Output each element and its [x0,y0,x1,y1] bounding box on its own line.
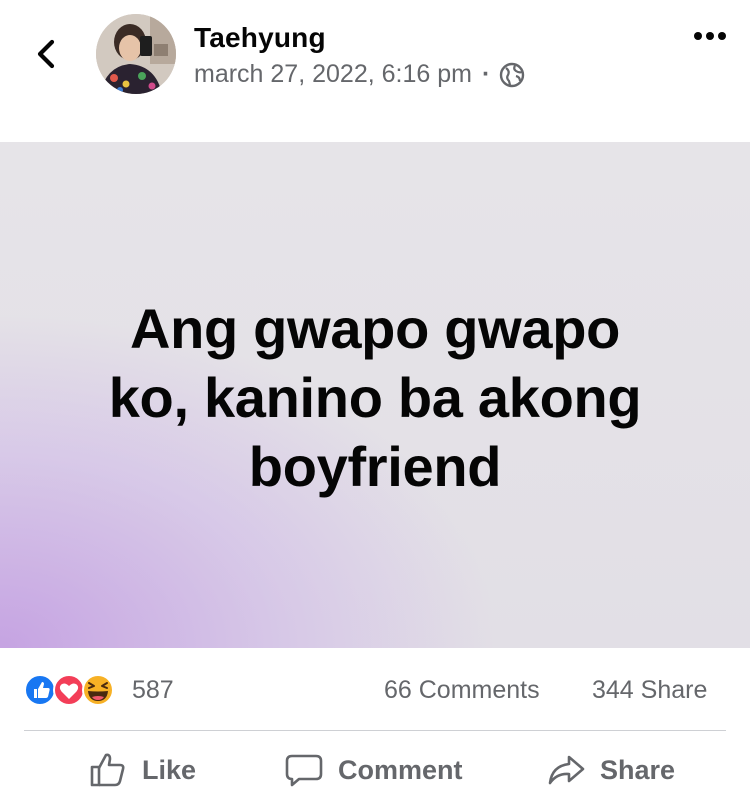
back-button[interactable] [30,34,64,74]
globe-icon [499,62,525,88]
meta-separator: · [481,60,491,88]
post-background-card: Ang gwapo gwapo ko, kanino ba akong boyf… [0,142,750,648]
share-button[interactable]: Share [546,740,675,800]
post-header: Taehyung march 27, 2022, 6:16 pm · [0,0,750,140]
comments-count[interactable]: 66 Comments [384,676,540,705]
like-button[interactable]: Like [88,740,196,800]
post-timestamp[interactable]: march 27, 2022, 6:16 pm [194,60,472,89]
avatar[interactable] [96,14,176,94]
haha-reaction-icon [82,674,114,706]
like-button-label: Like [142,754,197,785]
post-meta: march 27, 2022, 6:16 pm · [194,60,525,89]
chevron-left-icon [37,39,55,69]
share-arrow-icon [548,755,585,785]
shares-count[interactable]: 344 Share [592,676,707,705]
post-text-line: ko, kanino ba akong [108,365,642,429]
reaction-count[interactable]: 587 [132,676,174,705]
post-stats: 587 66 Comments 344 Share [0,668,750,712]
like-reaction-icon [24,674,56,706]
love-reaction-icon [53,674,85,706]
comment-button[interactable]: Comment [284,740,463,800]
divider [24,730,726,731]
comment-button-label: Comment [338,754,463,785]
thumbs-up-icon [90,753,125,787]
more-options-button[interactable] [690,26,730,46]
share-button-label: Share [600,754,676,785]
post-text-line: Ang gwapo gwapo [129,296,621,360]
post-text: Ang gwapo gwapo ko, kanino ba akong boyf… [55,294,695,501]
post-text-line: boyfriend [248,434,502,498]
post-action-bar: Like Comment Share [0,740,750,800]
more-dots-icon [694,32,726,40]
reaction-icons[interactable] [24,672,124,708]
author-name[interactable]: Taehyung [194,22,326,54]
comment-bubble-icon [285,754,323,787]
